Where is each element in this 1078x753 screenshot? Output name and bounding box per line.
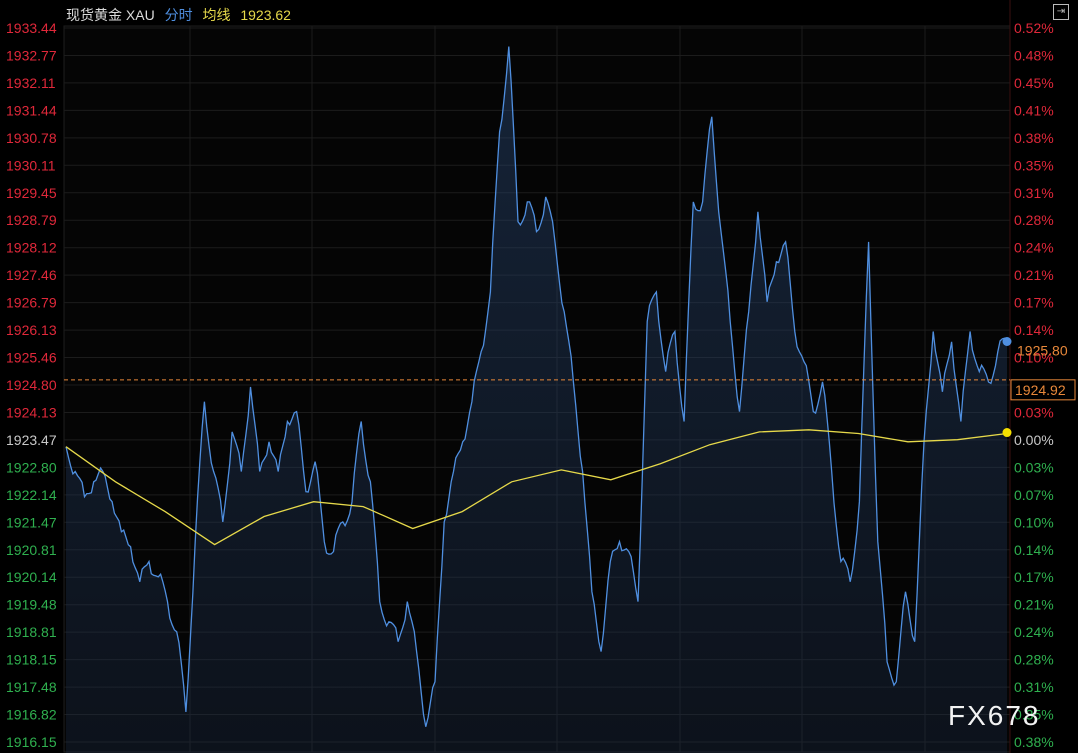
y-tick-label: 1924.80 xyxy=(6,377,57,393)
pct-tick-label: 0.38% xyxy=(1014,130,1054,146)
y-tick-label: 1916.15 xyxy=(6,734,57,750)
last-price-label: 1925.80 xyxy=(1017,342,1068,358)
y-tick-label: 1920.81 xyxy=(6,542,57,558)
y-tick-label: 1917.48 xyxy=(6,679,57,695)
last-price-dot xyxy=(1002,336,1012,346)
pct-tick-label: 0.17% xyxy=(1014,569,1054,585)
watermark: FX678 xyxy=(948,700,1041,731)
pct-tick-label: 0.00% xyxy=(1014,432,1054,448)
ref-price-label: 1924.92 xyxy=(1015,382,1066,398)
y-tick-label: 1931.44 xyxy=(6,102,57,118)
y-tick-label: 1928.79 xyxy=(6,212,57,228)
pct-tick-label: 0.07% xyxy=(1014,487,1054,503)
pct-tick-label: 0.14% xyxy=(1014,542,1054,558)
y-tick-label: 1926.79 xyxy=(6,295,57,311)
y-tick-label: 1930.11 xyxy=(6,157,56,173)
y-tick-label: 1919.48 xyxy=(6,597,57,613)
y-tick-label: 1930.78 xyxy=(6,130,57,146)
pct-tick-label: 0.45% xyxy=(1014,75,1054,91)
pct-tick-label: 0.17% xyxy=(1014,295,1054,311)
pct-tick-label: 0.10% xyxy=(1014,514,1054,530)
pct-tick-label: 0.31% xyxy=(1014,185,1054,201)
pct-tick-label: 0.31% xyxy=(1014,679,1054,695)
pct-tick-label: 0.24% xyxy=(1014,240,1054,256)
y-tick-label: 1927.46 xyxy=(6,267,57,283)
y-tick-label: 1918.15 xyxy=(6,652,57,668)
pct-tick-label: 0.52% xyxy=(1014,20,1054,36)
y-tick-label: 1929.45 xyxy=(6,185,57,201)
y-tick-label: 1932.77 xyxy=(6,47,57,63)
y-tick-label: 1933.44 xyxy=(6,20,57,36)
pct-tick-label: 0.28% xyxy=(1014,212,1054,228)
y-tick-label: 1921.47 xyxy=(6,514,57,530)
y-tick-label: 1918.81 xyxy=(6,624,57,640)
pct-tick-label: 0.24% xyxy=(1014,624,1054,640)
y-tick-label: 1922.80 xyxy=(6,459,57,475)
y-tick-label: 1922.14 xyxy=(6,487,57,503)
pct-tick-label: 0.21% xyxy=(1014,267,1054,283)
y-tick-label: 1932.11 xyxy=(6,75,56,91)
y-tick-label: 1916.82 xyxy=(6,707,57,723)
intraday-chart: 1933.44 0.52% 1932.77 0.48% 1932.11 0.45% 1931… xyxy=(6,0,1076,753)
y-tick-label: 1920.14 xyxy=(6,569,57,585)
pct-tick-label: 0.03% xyxy=(1014,404,1054,420)
y-tick-label: 1925.46 xyxy=(6,350,57,366)
pct-tick-label: 0.21% xyxy=(1014,597,1054,613)
y-tick-label: 1926.13 xyxy=(6,322,57,338)
y-tick-label: 1924.13 xyxy=(6,404,57,420)
pct-tick-label: 0.14% xyxy=(1014,322,1054,338)
pct-tick-label: 0.38% xyxy=(1014,734,1054,750)
y-tick-label: 1923.47 xyxy=(6,432,57,448)
pct-tick-label: 0.35% xyxy=(1014,157,1054,173)
avg-dot xyxy=(1002,428,1012,438)
pct-tick-label: 0.41% xyxy=(1014,102,1054,118)
y-tick-label: 1928.12 xyxy=(6,240,57,256)
pct-tick-label: 0.28% xyxy=(1014,652,1054,668)
pct-tick-label: 0.03% xyxy=(1014,459,1054,475)
pct-tick-label: 0.48% xyxy=(1014,47,1054,63)
